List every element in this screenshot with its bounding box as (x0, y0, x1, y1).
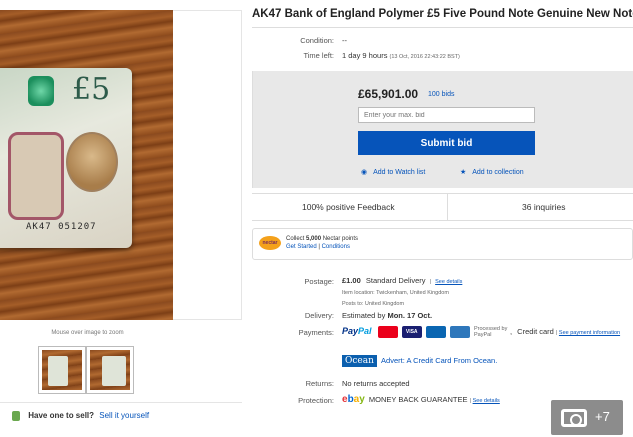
payments-label: Payments: (298, 328, 334, 337)
postage-service: Standard Delivery (365, 276, 426, 285)
submit-bid-button[interactable]: Submit bid (358, 131, 535, 155)
note-denomination: £5 (72, 72, 111, 107)
protection-value: ebay MONEY BACK GUARANTEE | See details (342, 394, 500, 405)
time-left-value: 1 day 9 hours (13 Oct, 2016 22:43:22 BST… (342, 51, 460, 60)
seller-stats-row: 100% positive Feedback 36 inquiries (252, 193, 633, 221)
camera-icon (561, 409, 587, 427)
delivery-value: Estimated by Mon. 17 Oct. (342, 311, 433, 320)
returns-label: Returns: (305, 379, 334, 388)
postage-see-details-link[interactable]: See details (435, 279, 462, 285)
banknote-image: £5 AK47 051207 (0, 68, 132, 248)
time-left-date: (13 Oct, 2016 22:43:22 BST) (389, 54, 460, 60)
inquiries-count: 36 inquiries (522, 202, 566, 212)
time-left-label: Time left: (303, 51, 334, 60)
paypal-logo: PayPal (342, 326, 372, 336)
maestro-icon (425, 326, 446, 339)
condition-label: Condition: (300, 36, 334, 45)
thumbnail-1[interactable] (38, 346, 86, 394)
add-to-watchlist-link[interactable]: ◉ Add to Watch list (361, 168, 425, 176)
main-product-image[interactable]: £5 AK47 051207 (0, 10, 173, 320)
zoom-hint: Mouse over image to zoom (51, 330, 124, 336)
listing-title: AK47 Bank of England Polymer £5 Five Pou… (252, 8, 633, 20)
more-photos-badge[interactable]: +7 (551, 400, 623, 435)
bid-box (252, 71, 633, 188)
eye-icon: ◉ (361, 169, 368, 176)
protection-label: Protection: (298, 396, 334, 405)
divider (252, 27, 633, 28)
see-payment-information-link[interactable]: See payment information (559, 330, 620, 336)
ocean-logo: Ocean (342, 355, 377, 367)
nectar-logo: nectar (259, 236, 281, 250)
nectar-text: Collect 5,000 Nectar points Get Started … (286, 236, 359, 250)
ocean-advert[interactable]: Ocean Advert: A Credit Card From Ocean. (342, 355, 497, 367)
item-location: Item location: Twickenham, United Kingdo… (342, 290, 449, 296)
credit-card-text: Credit card (517, 327, 554, 336)
divider (447, 194, 448, 220)
positive-feedback[interactable]: 100% positive Feedback (302, 202, 395, 212)
ocean-advert-text[interactable]: Advert: A Credit Card From Ocean. (381, 356, 497, 365)
star-icon: ★ (460, 169, 467, 176)
thumbnail-2[interactable] (86, 346, 134, 394)
add-to-collection-link[interactable]: ★ Add to collection (460, 168, 524, 176)
bid-count-link[interactable]: 100 bids (428, 91, 454, 98)
queen-portrait (66, 132, 118, 192)
price-tag-icon (12, 411, 20, 421)
sell-prompt: Have one to sell? (28, 411, 95, 421)
money-back-guarantee: MONEY BACK GUARANTEE (368, 395, 468, 404)
security-window (28, 76, 54, 106)
ebay-logo: ebay (342, 394, 365, 405)
note-frame (8, 132, 64, 220)
max-bid-input[interactable] (358, 107, 535, 123)
mastercard-icon (377, 326, 398, 339)
sell-prompt-bar: Have one to sell? Sell it yourself (0, 402, 242, 429)
nectar-get-started-link[interactable]: Get Started (286, 244, 317, 250)
payments-value: PayPal VISA Processed by PayPal, Credit … (342, 326, 621, 339)
posts-to: Posts to: United Kingdom (342, 301, 405, 307)
sell-it-yourself-link[interactable]: Sell it yourself (99, 411, 149, 420)
postage-value: £1.00 Standard Delivery | See details It… (342, 276, 463, 307)
returns-value: No returns accepted (342, 379, 410, 388)
current-price: £65,901.00 (358, 87, 419, 101)
nectar-conditions-link[interactable]: Conditions (322, 244, 350, 250)
amex-icon (449, 326, 470, 339)
protection-see-details-link[interactable]: See details (473, 398, 500, 404)
photo-count: +7 (595, 409, 610, 424)
visa-icon: VISA (401, 326, 422, 339)
condition-value: -- (342, 36, 347, 45)
note-serial: AK47 051207 (26, 222, 97, 232)
processed-by-paypal: Processed by PayPal (474, 326, 508, 339)
nectar-points-box: nectar Collect 5,000 Nectar points Get S… (252, 228, 633, 260)
postage-label: Postage: (304, 277, 334, 286)
delivery-label: Delivery: (304, 311, 334, 320)
postage-price: £1.00 (342, 276, 361, 285)
